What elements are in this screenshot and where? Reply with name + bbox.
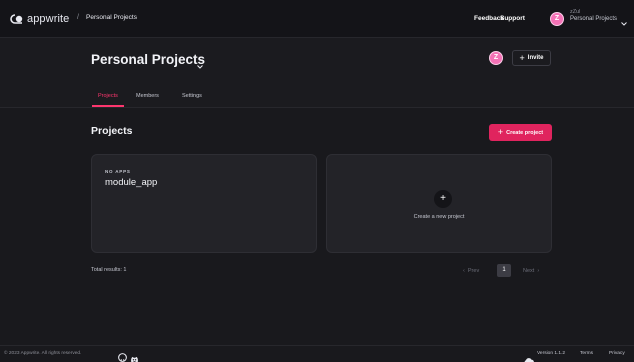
apps-count-label: NO APPS [105,169,131,174]
appwrite-logo-icon [10,14,24,24]
tab-settings[interactable]: Settings [182,93,202,99]
account-project[interactable]: Personal Projects [570,16,617,22]
discord-icon[interactable] [130,350,139,362]
invite-label: Invite [527,55,544,61]
prev-label: Prev [467,268,480,274]
copyright-text: © 2023 Appwrite. All rights reserved. [4,351,82,356]
breadcrumb-separator: / [77,14,79,21]
account-name[interactable]: zZul [570,9,580,15]
create-new-project-label: Create a new project [413,214,465,220]
cloud-icon [524,351,534,362]
version-label: Version 1.1.2 [537,351,566,356]
chevron-down-icon[interactable] [197,56,203,74]
chevron-down-icon[interactable] [621,13,627,31]
page-header [0,38,634,108]
invite-button[interactable]: + Invite [512,50,551,66]
active-tab-indicator [92,105,124,107]
appwrite-logo[interactable]: appwrite [10,13,69,25]
support-link[interactable]: Support [500,15,525,22]
create-project-label: Create project [506,129,544,136]
privacy-link[interactable]: Privacy [609,351,625,356]
account-avatar[interactable]: Z [550,12,564,26]
project-name: module_app [105,177,158,188]
page-title[interactable]: Personal Projects [91,52,205,67]
tab-projects[interactable]: Projects [98,93,118,99]
top-navigation-bar: appwrite / Personal Projects Feedback Su… [0,0,634,38]
plus-icon: + [519,52,525,63]
next-label: Next [523,268,535,274]
member-avatar[interactable]: Z [489,51,503,65]
section-title: Projects [91,125,133,137]
project-card[interactable]: NO APPS module_app [91,154,317,253]
pagination-prev-button[interactable]: ‹ Prev [463,268,479,274]
github-icon[interactable] [118,349,127,362]
tab-members[interactable]: Members [136,93,159,99]
footer: © 2023 Appwrite. All rights reserved. Ve… [0,345,634,362]
total-results: Total results: 1 [91,267,127,273]
create-project-button[interactable]: + Create project [489,124,552,141]
terms-link[interactable]: Terms [580,351,593,356]
pagination-page-1[interactable]: 1 [497,264,511,277]
plus-icon: + [434,190,452,208]
plus-icon: + [497,127,504,137]
pagination-next-button[interactable]: Next › [523,268,539,274]
logo-text: appwrite [27,13,70,25]
create-new-project-card[interactable]: + Create a new project [326,154,552,253]
breadcrumb-current[interactable]: Personal Projects [86,14,137,21]
